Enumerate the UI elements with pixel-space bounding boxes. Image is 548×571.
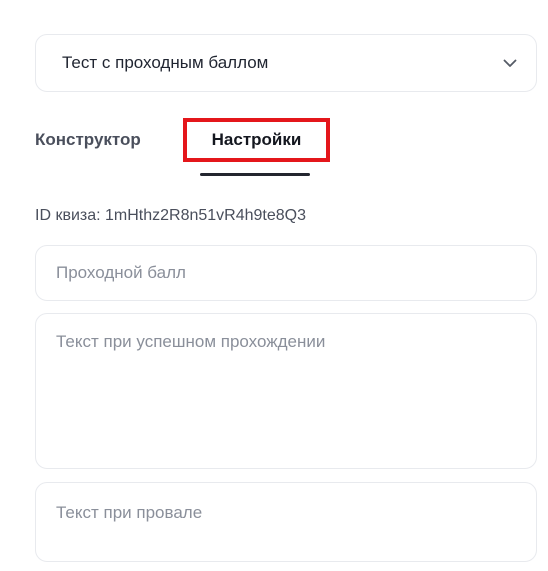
quiz-type-select-value: Тест с проходным баллом: [62, 53, 269, 72]
tab-settings-label: Настройки: [211, 130, 302, 149]
pass-score-placeholder: Проходной балл: [56, 263, 186, 282]
fail-text-placeholder: Текст при провале: [56, 503, 203, 522]
tab-constructor[interactable]: Конструктор: [35, 130, 141, 150]
tab-settings[interactable]: Настройки: [183, 118, 330, 162]
fail-text-textarea[interactable]: Текст при провале: [35, 482, 537, 562]
success-text-placeholder: Текст при успешном прохождении: [56, 332, 326, 351]
quiz-id-text: ID квиза: 1mHthz2R8n51vR4h9te8Q3: [35, 207, 307, 224]
chevron-down-icon[interactable]: [502, 55, 518, 71]
active-tab-indicator: [200, 173, 310, 176]
tab-bar: Конструктор Настройки: [35, 118, 435, 178]
pass-score-input[interactable]: Проходной балл: [35, 245, 537, 301]
success-text-textarea[interactable]: Текст при успешном прохождении: [35, 313, 537, 469]
quiz-type-select[interactable]: Тест с проходным баллом: [35, 34, 537, 92]
